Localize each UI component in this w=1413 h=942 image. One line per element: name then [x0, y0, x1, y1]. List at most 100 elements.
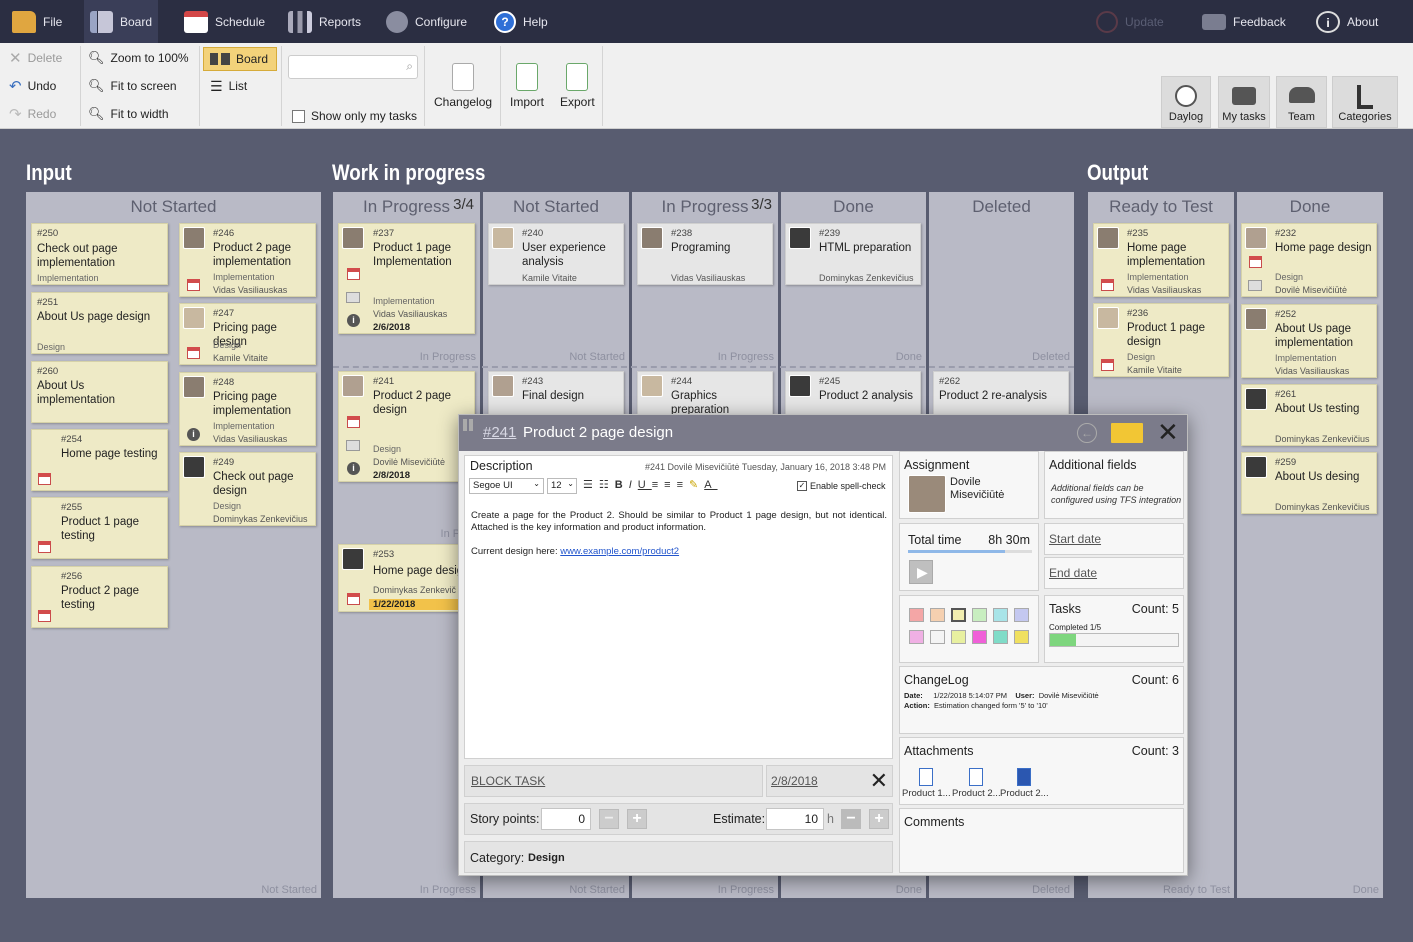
align-left-icon[interactable]: ≡ — [652, 479, 664, 491]
bold-icon[interactable]: B — [615, 479, 629, 491]
start-date-link[interactable]: Start date — [1049, 532, 1101, 546]
menu-help[interactable]: ? Help — [488, 0, 554, 43]
spell-check-checkbox[interactable]: ✓ Enable spell-check — [797, 481, 886, 491]
font-color-icon[interactable]: A — [704, 479, 717, 491]
delete-button[interactable]: ✕ Delete — [9, 47, 62, 69]
align-center-icon[interactable]: ≡ — [664, 479, 676, 491]
task-card-241[interactable]: i #241 Product 2 page design Design Dovi… — [338, 371, 475, 482]
task-card-240[interactable]: #240 User experience analysis Kamile Vit… — [488, 223, 624, 285]
bullet-list-icon[interactable]: ☰ — [583, 479, 599, 491]
task-card-256[interactable]: #256 Product 2 page testing — [31, 566, 168, 628]
changelog-button[interactable]: Changelog — [434, 63, 492, 109]
menu-board[interactable]: Board — [84, 0, 158, 43]
menu-configure[interactable]: Configure — [380, 0, 473, 43]
clear-block-icon[interactable]: ✕ — [870, 768, 888, 794]
export-button[interactable]: Export — [560, 63, 595, 109]
view-list-button[interactable]: ☰ List — [210, 75, 247, 97]
fit-screen-button[interactable]: 🔍︎ Fit to screen — [88, 75, 177, 97]
task-card-261[interactable]: #261 About Us testing Dominykas Zenkevič… — [1241, 384, 1377, 446]
menu-update[interactable]: Update — [1090, 0, 1170, 43]
end-date-panel[interactable]: End date — [1044, 557, 1184, 589]
underline-icon[interactable]: U — [638, 479, 652, 491]
color-swatch[interactable] — [909, 630, 924, 644]
color-swatch[interactable] — [972, 608, 987, 622]
task-card-232[interactable]: #232 Home page design Design Dovilė Mise… — [1241, 223, 1377, 297]
description-text[interactable]: Create a page for the Product 2. Should … — [471, 510, 887, 534]
my-tasks-button[interactable]: My tasks — [1218, 76, 1270, 128]
task-card-247[interactable]: #247 Pricing page design Design Kamile V… — [179, 303, 316, 365]
menu-reports[interactable]: Reports — [282, 0, 367, 43]
estimate-increment[interactable]: + — [869, 809, 889, 829]
font-size-select[interactable]: 12 ⌄ — [547, 478, 577, 494]
color-swatch[interactable] — [951, 630, 966, 644]
tasks-panel[interactable]: Tasks Count: 5 Completed 1/5 — [1044, 595, 1184, 663]
attachment-item[interactable]: Product 2... — [952, 768, 1001, 799]
zoom-100-button[interactable]: 🔍︎ Zoom to 100% — [88, 47, 189, 69]
color-swatch[interactable] — [972, 630, 987, 644]
color-swatch[interactable] — [909, 608, 924, 622]
task-card-253[interactable]: #253 Home page desig Dominykas Zenkevič … — [338, 544, 475, 612]
font-select[interactable]: Segoe UI ⌄ — [469, 478, 544, 494]
start-date-panel[interactable]: Start date — [1044, 523, 1184, 555]
redo-button[interactable]: ↷ Redo — [9, 103, 56, 125]
menu-about[interactable]: i About — [1310, 0, 1384, 43]
task-card-260[interactable]: #260 About Us implementation — [31, 361, 168, 423]
import-button[interactable]: Import — [510, 63, 544, 109]
color-swatch[interactable] — [993, 630, 1008, 644]
task-card-238[interactable]: #238 Programing Vidas Vasiliauskas — [637, 223, 773, 285]
task-card-237[interactable]: i #237 Product 1 page Implementation Imp… — [338, 223, 475, 334]
end-date-link[interactable]: End date — [1049, 566, 1097, 580]
task-number-link[interactable]: #241 — [483, 424, 516, 441]
color-swatch[interactable] — [951, 608, 966, 622]
category-panel[interactable]: Category: Design — [464, 841, 893, 873]
search-input[interactable] — [293, 57, 401, 77]
checkbox-box[interactable] — [292, 109, 305, 123]
checkbox-checked-icon[interactable]: ✓ — [797, 481, 807, 491]
menu-feedback[interactable]: Feedback — [1196, 0, 1292, 43]
story-points-input[interactable]: 0 — [541, 808, 591, 830]
task-card-249[interactable]: #249 Check out page design Design Dominy… — [179, 452, 316, 526]
color-swatch[interactable] — [1014, 630, 1029, 644]
view-board-button[interactable]: Board — [203, 47, 277, 71]
task-card-245[interactable]: #245 Product 2 analysis — [785, 371, 921, 415]
block-task-link[interactable]: BLOCK TASK — [471, 774, 545, 788]
task-card-235[interactable]: #235 Home page implementation Implementa… — [1093, 223, 1229, 297]
task-card-236[interactable]: #236 Product 1 page design Design Kamile… — [1093, 303, 1229, 377]
daylog-button[interactable]: Daylog — [1161, 76, 1211, 128]
task-card-255[interactable]: #255 Product 1 page testing — [31, 497, 168, 559]
color-swatch[interactable] — [1014, 608, 1029, 622]
assignment-panel[interactable]: Assignment Dovile Misevičiūtė — [899, 451, 1039, 519]
task-card-252[interactable]: #252 About Us page implementation Implem… — [1241, 304, 1377, 378]
task-card-254[interactable]: #254 Home page testing — [31, 429, 168, 491]
undo-button[interactable]: ↶ Undo — [9, 75, 56, 97]
task-card-251[interactable]: #251 About Us page design Design — [31, 292, 168, 354]
attachment-item[interactable]: Product 2... — [1000, 768, 1049, 799]
categories-button[interactable]: Categories — [1332, 76, 1398, 128]
menu-schedule[interactable]: Schedule — [178, 0, 271, 43]
estimate-input[interactable]: 10 — [766, 808, 824, 830]
italic-icon[interactable]: I — [629, 479, 638, 491]
fit-width-button[interactable]: 🔍︎ Fit to width — [88, 103, 169, 125]
story-points-increment[interactable]: + — [627, 809, 647, 829]
play-button[interactable]: ▶ — [909, 560, 933, 584]
color-swatch[interactable] — [930, 630, 945, 644]
color-swatch[interactable] — [993, 608, 1008, 622]
highlight-icon[interactable]: ✎ — [689, 479, 704, 491]
drag-handle-icon[interactable] — [463, 419, 475, 431]
task-card-248[interactable]: i #248 Pricing page implementation Imple… — [179, 372, 316, 446]
mail-icon[interactable] — [1111, 423, 1143, 443]
back-icon[interactable]: ← — [1077, 423, 1097, 443]
search-box[interactable]: ⌕ — [288, 55, 418, 79]
changelog-panel[interactable]: ChangeLog Count: 6 Date: 1/22/2018 5:14:… — [899, 666, 1184, 734]
number-list-icon[interactable]: ☷ — [599, 479, 615, 491]
story-points-decrement[interactable]: − — [599, 809, 619, 829]
menu-file[interactable]: File — [6, 0, 68, 43]
task-card-259[interactable]: #259 About Us desing Dominykas Zenkeviči… — [1241, 452, 1377, 514]
task-card-250[interactable]: #250 Check out page implementation Imple… — [31, 223, 168, 285]
attachment-item[interactable]: Product 1... — [902, 768, 951, 799]
team-button[interactable]: Team — [1276, 76, 1327, 128]
task-card-262[interactable]: #262 Product 2 re-analysis — [933, 371, 1069, 415]
align-right-icon[interactable]: ≡ — [677, 479, 689, 491]
comments-panel[interactable]: Comments — [899, 808, 1184, 873]
task-card-244[interactable]: #244 Graphics preparation — [637, 371, 773, 415]
